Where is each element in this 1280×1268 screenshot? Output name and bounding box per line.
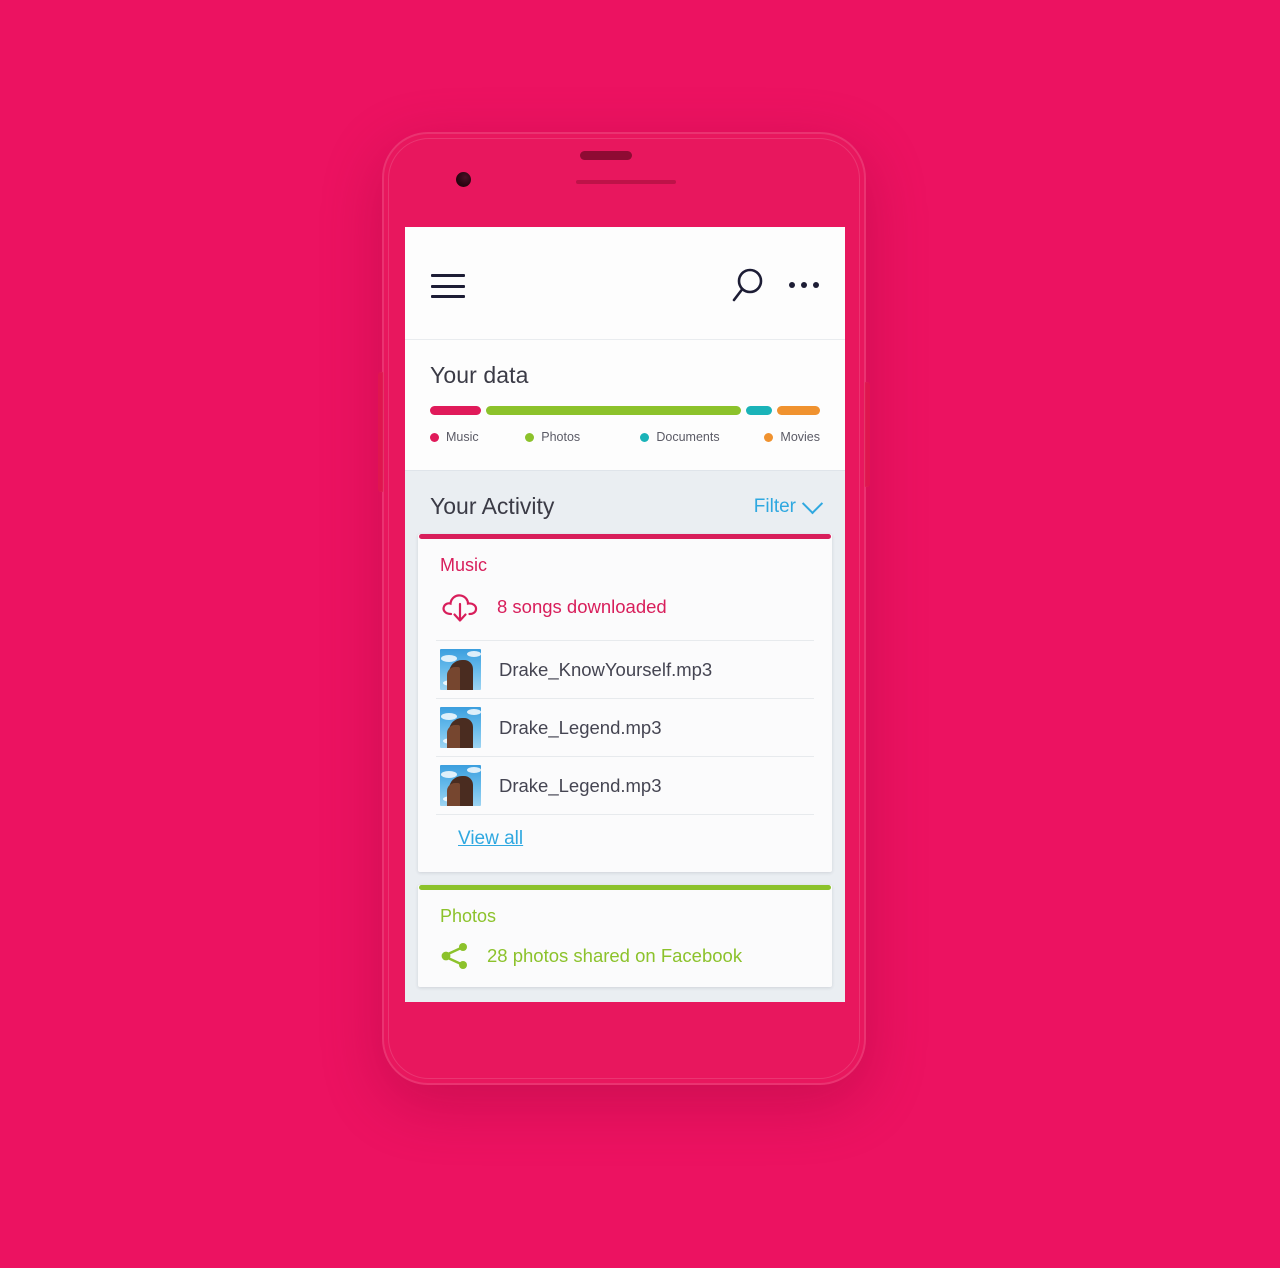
legend-item-movies[interactable]: Movies [764, 430, 820, 444]
filter-dropdown[interactable]: Filter [753, 493, 824, 518]
your-data-title: Your data [430, 362, 529, 388]
legend-label-music: Music [446, 430, 479, 444]
data-legend: Music Photos Documents Movies [430, 430, 820, 444]
front-camera-icon [456, 172, 471, 187]
more-options-icon[interactable] [789, 270, 819, 300]
activity-section: Your Activity Filter Music 8 songs downl… [405, 471, 845, 1002]
legend-label-movies: Movies [780, 430, 820, 444]
data-segment-documents [745, 406, 772, 415]
track-row[interactable]: Drake_Legend.mp3 [436, 698, 814, 756]
earpiece-speaker [580, 151, 632, 160]
filter-label: Filter [753, 495, 796, 517]
app-bar-actions [731, 267, 819, 303]
phone-device-frame: Your data Music Photos Documents Movies … [378, 132, 870, 1085]
legend-dot-music [430, 432, 439, 442]
legend-item-photos[interactable]: Photos [525, 430, 640, 444]
card-footer-music: View all [436, 814, 814, 872]
share-icon [440, 941, 470, 971]
frame-groove [576, 180, 676, 184]
card-summary-music: 8 songs downloaded [418, 580, 832, 640]
track-name: Drake_Legend.mp3 [499, 774, 662, 796]
track-row[interactable]: Drake_KnowYourself.mp3 [436, 640, 814, 698]
track-list: Drake_KnowYourself.mp3 Drake_Legend.mp3 [418, 640, 832, 814]
album-art-thumbnail [440, 707, 481, 748]
app-bar [405, 227, 845, 340]
view-all-link[interactable]: View all [458, 828, 523, 849]
track-name: Drake_KnowYourself.mp3 [499, 658, 713, 680]
phone-screen: Your data Music Photos Documents Movies … [405, 227, 845, 1002]
card-summary-text-music: 8 songs downloaded [497, 596, 667, 617]
your-data-panel: Your data Music Photos Documents Movies [405, 340, 845, 471]
hamburger-menu-icon[interactable] [431, 274, 465, 298]
activity-header: Your Activity Filter [405, 471, 845, 534]
legend-dot-photos [525, 432, 535, 442]
card-summary-photos: 28 photos shared on Facebook [418, 931, 832, 987]
legend-item-documents[interactable]: Documents [640, 430, 764, 444]
data-segment-photos [486, 406, 741, 415]
search-icon[interactable] [731, 267, 765, 303]
legend-label-photos: Photos [541, 430, 581, 444]
chevron-down-icon [801, 493, 824, 515]
cloud-download-icon [440, 590, 480, 624]
card-summary-text-photos: 28 photos shared on Facebook [487, 945, 743, 966]
card-title-music: Music [440, 555, 488, 575]
card-title-photos: Photos [440, 906, 497, 926]
data-segment-music [430, 406, 482, 415]
activity-title: Your Activity [430, 493, 555, 519]
legend-dot-movies [764, 432, 774, 442]
activity-card-music[interactable]: Music 8 songs downloaded Drake_KnowYours… [418, 534, 832, 872]
power-button[interactable] [864, 382, 870, 487]
legend-dot-documents [640, 432, 650, 442]
legend-item-music[interactable]: Music [430, 430, 525, 444]
track-name: Drake_Legend.mp3 [499, 716, 662, 738]
legend-label-documents: Documents [656, 430, 720, 444]
volume-button[interactable] [378, 372, 384, 492]
data-segment-movies [776, 406, 820, 415]
track-row[interactable]: Drake_Legend.mp3 [436, 756, 814, 814]
album-art-thumbnail [440, 649, 481, 690]
album-art-thumbnail [440, 765, 481, 806]
data-usage-bar [430, 406, 820, 415]
activity-card-photos[interactable]: Photos 28 photos shared on Facebook [418, 885, 832, 987]
